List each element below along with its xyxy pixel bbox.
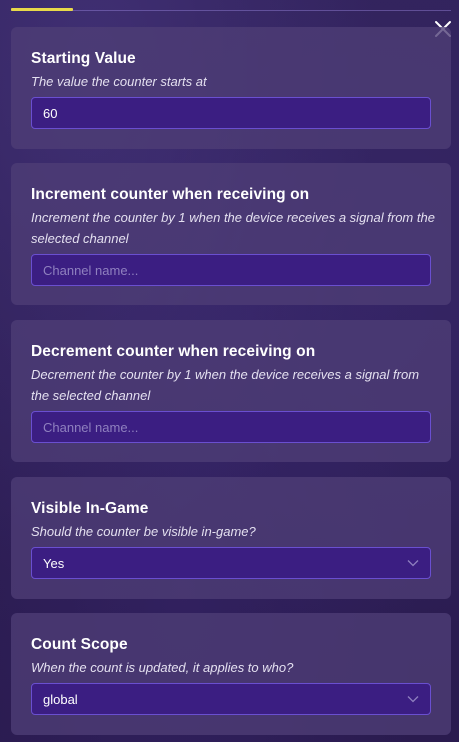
starting-value-panel: Starting Value The value the counter sta… <box>11 27 451 149</box>
increment-label: Increment counter when receiving on <box>31 186 310 203</box>
decrement-description: Decrement the counter by 1 when the devi… <box>31 367 420 403</box>
increment-panel: Increment counter when receiving on Incr… <box>11 163 451 305</box>
visible-label: Visible In-Game <box>31 500 149 517</box>
starting-value-description: The value the counter starts at <box>31 74 207 89</box>
visible-select[interactable]: Yes <box>31 547 431 579</box>
decrement-label: Decrement counter when receiving on <box>31 343 316 360</box>
active-tab-indicator[interactable] <box>11 8 73 11</box>
starting-value-input[interactable] <box>31 97 431 129</box>
tab-bar <box>11 0 451 11</box>
scope-select-value: global <box>43 691 78 707</box>
visible-description: Should the counter be visible in-game? <box>31 524 256 539</box>
scope-description: When the count is updated, it applies to… <box>31 660 294 675</box>
increment-description: Increment the counter by 1 when the devi… <box>31 210 435 246</box>
decrement-channel-input[interactable] <box>31 411 431 443</box>
scope-panel: Count Scope When the count is updated, i… <box>11 613 451 735</box>
starting-value-label: Starting Value <box>31 50 136 67</box>
scope-label: Count Scope <box>31 636 128 653</box>
visible-select-value: Yes <box>43 555 65 571</box>
visible-panel: Visible In-Game Should the counter be vi… <box>11 477 451 599</box>
chevron-down-icon <box>407 696 419 703</box>
chevron-down-icon <box>407 560 419 567</box>
scope-select[interactable]: global <box>31 683 431 715</box>
increment-channel-input[interactable] <box>31 254 431 286</box>
decrement-panel: Decrement counter when receiving on Decr… <box>11 320 451 462</box>
